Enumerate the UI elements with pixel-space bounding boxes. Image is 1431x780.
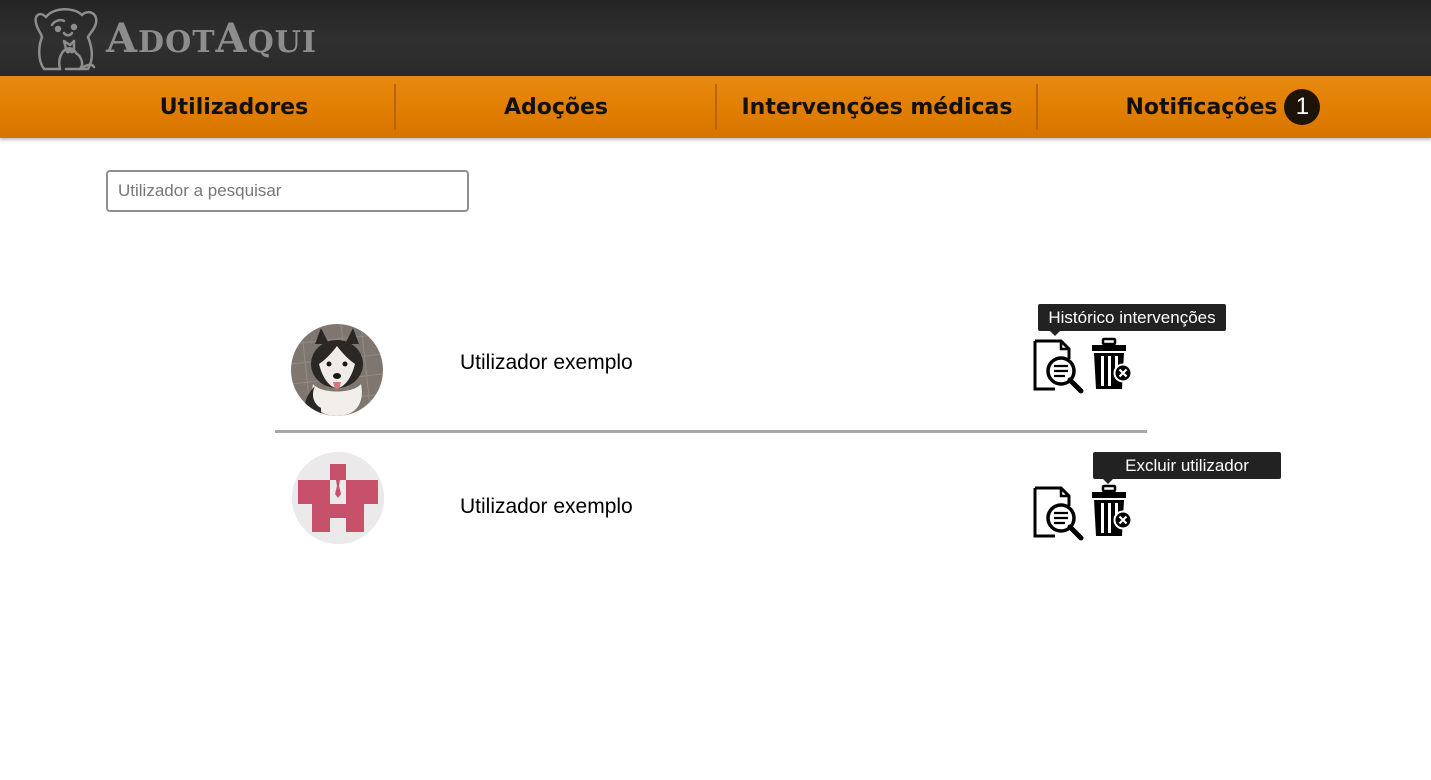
delete-tooltip: Excluir utilizador	[1093, 452, 1281, 484]
history-button[interactable]	[1029, 337, 1085, 395]
avatar	[292, 452, 384, 544]
delete-button[interactable]	[1089, 337, 1133, 393]
avatar	[291, 324, 383, 416]
history-button[interactable]	[1029, 484, 1085, 542]
default-user-icon	[292, 452, 384, 544]
user-name: Utilizador exemplo	[460, 495, 633, 518]
nav-item-adocoes[interactable]: Adoções	[396, 76, 716, 138]
brand-name: A DOT A QUI	[106, 14, 317, 62]
document-search-icon	[1033, 486, 1084, 541]
search-input[interactable]	[106, 170, 469, 212]
delete-button[interactable]	[1089, 484, 1133, 540]
tooltip-arrow	[1050, 331, 1060, 336]
notification-badge: 1	[1284, 89, 1321, 125]
trash-delete-icon	[1092, 484, 1133, 536]
user-name: Utilizador exemplo	[460, 351, 633, 374]
document-search-icon	[1033, 339, 1084, 394]
dog-cat-logo-icon	[34, 8, 98, 71]
app-header: A DOT A QUI	[0, 0, 1431, 76]
nav-item-notificacoes[interactable]: Notificações 1	[1038, 76, 1408, 138]
history-tooltip: Histórico intervenções	[1038, 304, 1226, 336]
trash-delete-icon	[1092, 337, 1133, 389]
main-navbar: Utilizadores Adoções Intervenções médica…	[0, 76, 1431, 138]
husky-photo-icon	[291, 324, 383, 416]
nav-item-intervencoes[interactable]: Intervenções médicas	[717, 76, 1037, 138]
tooltip-arrow	[1103, 479, 1113, 484]
list-divider	[275, 430, 1147, 433]
app-logo[interactable]: A DOT A QUI	[30, 2, 317, 74]
nav-item-utilizadores[interactable]: Utilizadores	[73, 76, 395, 138]
